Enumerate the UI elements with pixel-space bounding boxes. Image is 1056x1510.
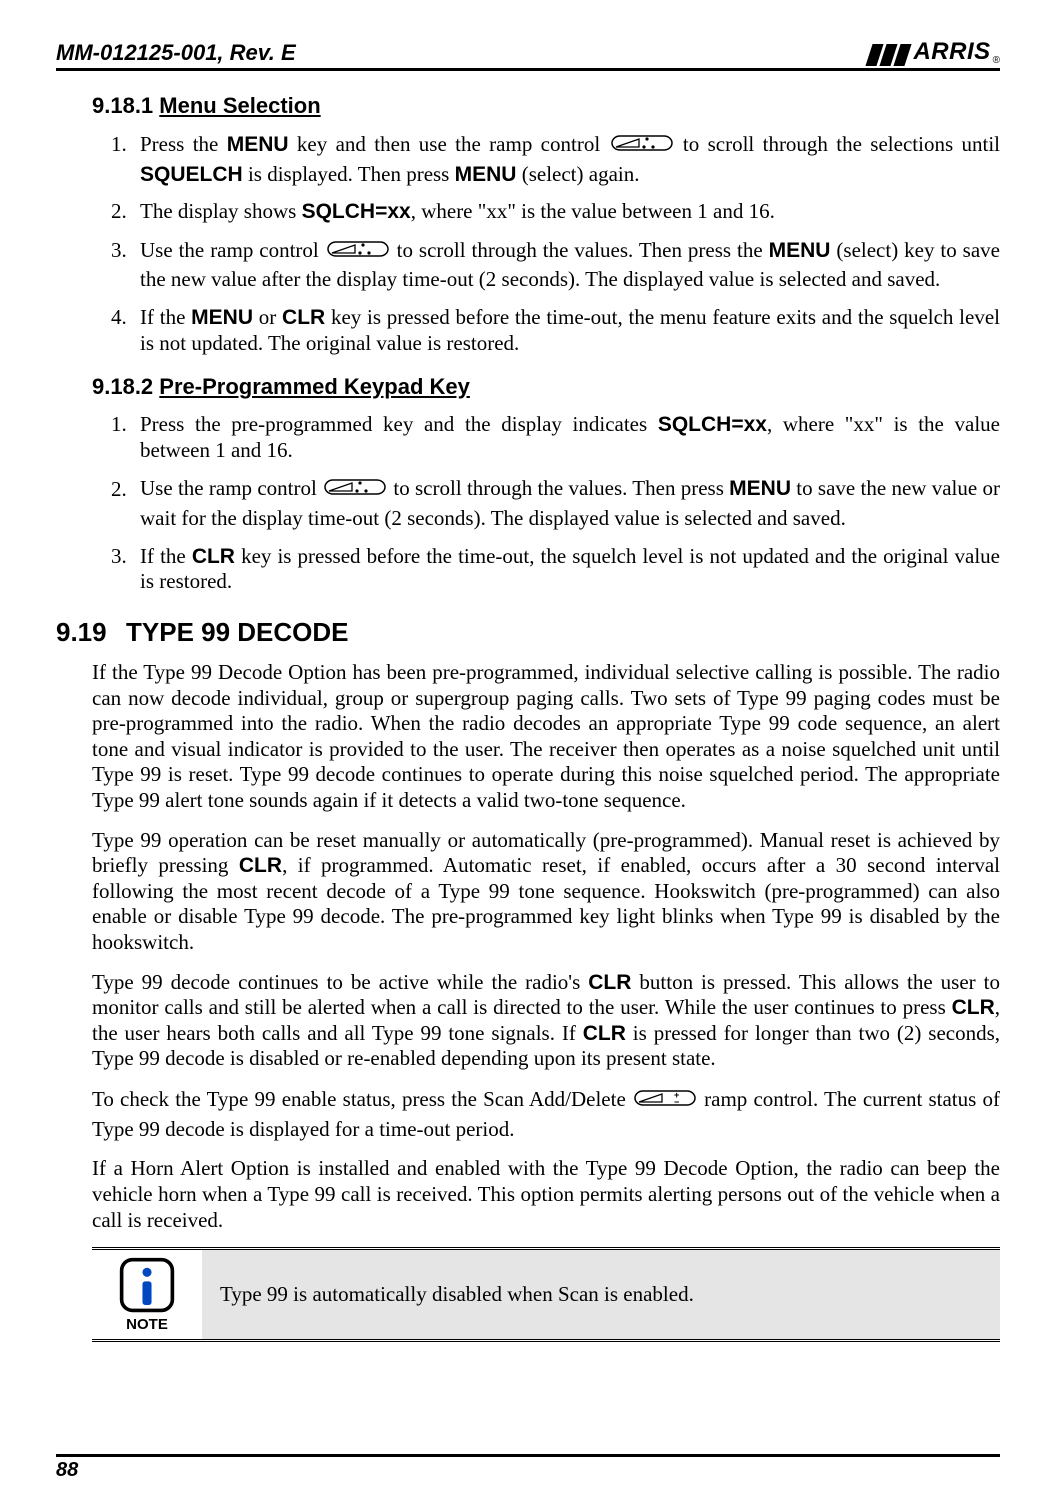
heading-number: 9.18.1 (92, 93, 153, 118)
menu-selection-list: Press the MENU key and then use the ramp… (92, 131, 1000, 356)
heading-type99: 9.19TYPE 99 DECODE (56, 617, 1000, 648)
list-item: Press the MENU key and then use the ramp… (132, 131, 1000, 187)
body-paragraph: If a Horn Alert Option is installed and … (92, 1156, 1000, 1233)
doc-number: MM-012125-001, Rev. E (56, 40, 296, 66)
ramp-control-icon (324, 475, 386, 506)
ramp-control-icon (611, 131, 673, 162)
body-paragraph: If the Type 99 Decode Option has been pr… (92, 660, 1000, 814)
heading-number: 9.18.2 (92, 374, 153, 399)
list-item: Press the pre-programmed key and the dis… (132, 412, 1000, 463)
list-item: The display shows SQLCH=xx, where "xx" i… (132, 199, 1000, 225)
heading-title: Pre-Programmed Keypad Key (159, 374, 470, 399)
body-paragraph: To check the Type 99 enable status, pres… (92, 1086, 1000, 1142)
heading-title: Menu Selection (159, 93, 320, 118)
heading-menu-selection: 9.18.1 Menu Selection (92, 93, 1000, 119)
page-number: 88 (56, 1454, 1000, 1482)
heading-number: 9.19 (56, 617, 126, 648)
logo-registered-icon: ® (993, 55, 1000, 66)
brand-logo: ARRIS® (869, 38, 1000, 66)
info-icon (118, 1256, 176, 1314)
body-paragraph: Type 99 operation can be reset manually … (92, 828, 1000, 956)
list-item: Use the ramp control to scroll through t… (132, 237, 1000, 293)
logo-bar-icon (894, 44, 912, 66)
list-item: If the MENU or CLR key is pressed before… (132, 305, 1000, 356)
preprogrammed-list: Press the pre-programmed key and the dis… (92, 412, 1000, 595)
list-item: If the CLR key is pressed before the tim… (132, 544, 1000, 595)
note-text: Type 99 is automatically disabled when S… (202, 1250, 1000, 1339)
logo-text: ARRIS (913, 38, 990, 66)
heading-title: TYPE 99 DECODE (126, 617, 349, 647)
note-box: NOTE Type 99 is automatically disabled w… (92, 1247, 1000, 1342)
note-label: NOTE (126, 1316, 168, 1333)
body-paragraph: Type 99 decode continues to be active wh… (92, 970, 1000, 1072)
svg-text:−: − (674, 1097, 679, 1107)
scan-add-delete-icon: +− (634, 1086, 696, 1117)
page-content: 9.18.1 Menu Selection Press the MENU key… (56, 71, 1000, 1342)
page-header: MM-012125-001, Rev. E ARRIS® (56, 38, 1000, 71)
ramp-control-icon (327, 237, 389, 268)
heading-preprogrammed-key: 9.18.2 Pre-Programmed Keypad Key (92, 374, 1000, 400)
list-item: Use the ramp control to scroll through t… (132, 475, 1000, 531)
note-icon-cell: NOTE (92, 1250, 202, 1339)
